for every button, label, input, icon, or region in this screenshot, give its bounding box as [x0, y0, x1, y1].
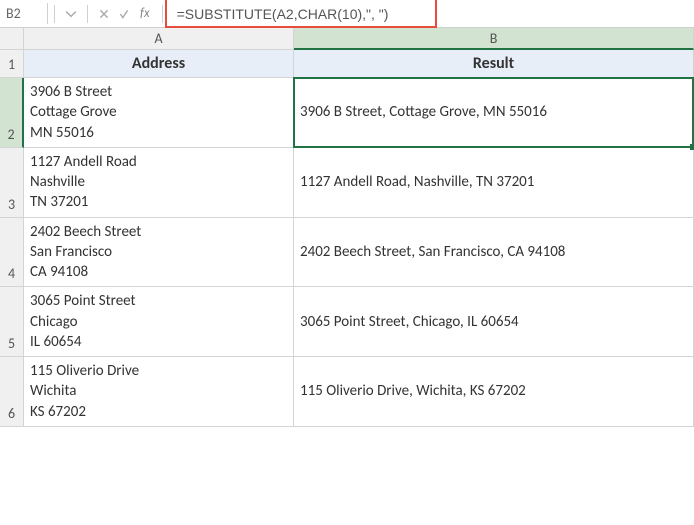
cell-a2[interactable]: 3906 B Street Cottage Grove MN 55016	[24, 78, 294, 148]
fill-handle[interactable]	[690, 144, 694, 150]
formula-input[interactable]	[169, 0, 449, 27]
col-header-a[interactable]: A	[24, 28, 294, 50]
cell-b6[interactable]: 115 Oliverio Drive, Wichita, KS 67202	[294, 357, 694, 427]
cell-a3[interactable]: 1127 Andell Road Nashville TN 37201	[24, 148, 294, 218]
row-header-6[interactable]: 6	[0, 357, 24, 427]
fx-label[interactable]: fx	[140, 6, 150, 21]
spreadsheet-grid: A B 1 Address Result 2 3906 B Street Cot…	[0, 28, 694, 427]
cell-a4[interactable]: 2402 Beech Street San Francisco CA 94108	[24, 218, 294, 288]
row-header-1[interactable]: 1	[0, 50, 24, 78]
header-address[interactable]: Address	[24, 50, 294, 78]
header-result[interactable]: Result	[294, 50, 694, 78]
cell-b4[interactable]: 2402 Beech Street, San Francisco, CA 941…	[294, 218, 694, 288]
row-header-2[interactable]: 2	[0, 78, 24, 148]
cell-b3[interactable]: 1127 Andell Road, Nashville, TN 37201	[294, 148, 694, 218]
cell-a5[interactable]: 3065 Point Street Chicago IL 60654	[24, 287, 294, 357]
select-all-corner[interactable]	[0, 28, 24, 50]
formula-bar: B2 fx	[0, 0, 694, 28]
cell-b5[interactable]: 3065 Point Street, Chicago, IL 60654	[294, 287, 694, 357]
cell-b2[interactable]: 3906 B Street, Cottage Grove, MN 55016	[294, 78, 694, 148]
row-header-3[interactable]: 3	[0, 148, 24, 218]
cancel-icon[interactable]	[94, 4, 114, 24]
cell-a6[interactable]: 115 Oliverio Drive Wichita KS 67202	[24, 357, 294, 427]
col-header-b[interactable]: B	[294, 28, 694, 50]
row-header-4[interactable]: 4	[0, 218, 24, 288]
enter-icon[interactable]	[114, 4, 134, 24]
cell-b2-text: 3906 B Street, Cottage Grove, MN 55016	[300, 102, 547, 122]
name-box[interactable]: B2	[0, 3, 48, 24]
dropdown-icon[interactable]	[61, 4, 81, 24]
row-header-5[interactable]: 5	[0, 287, 24, 357]
